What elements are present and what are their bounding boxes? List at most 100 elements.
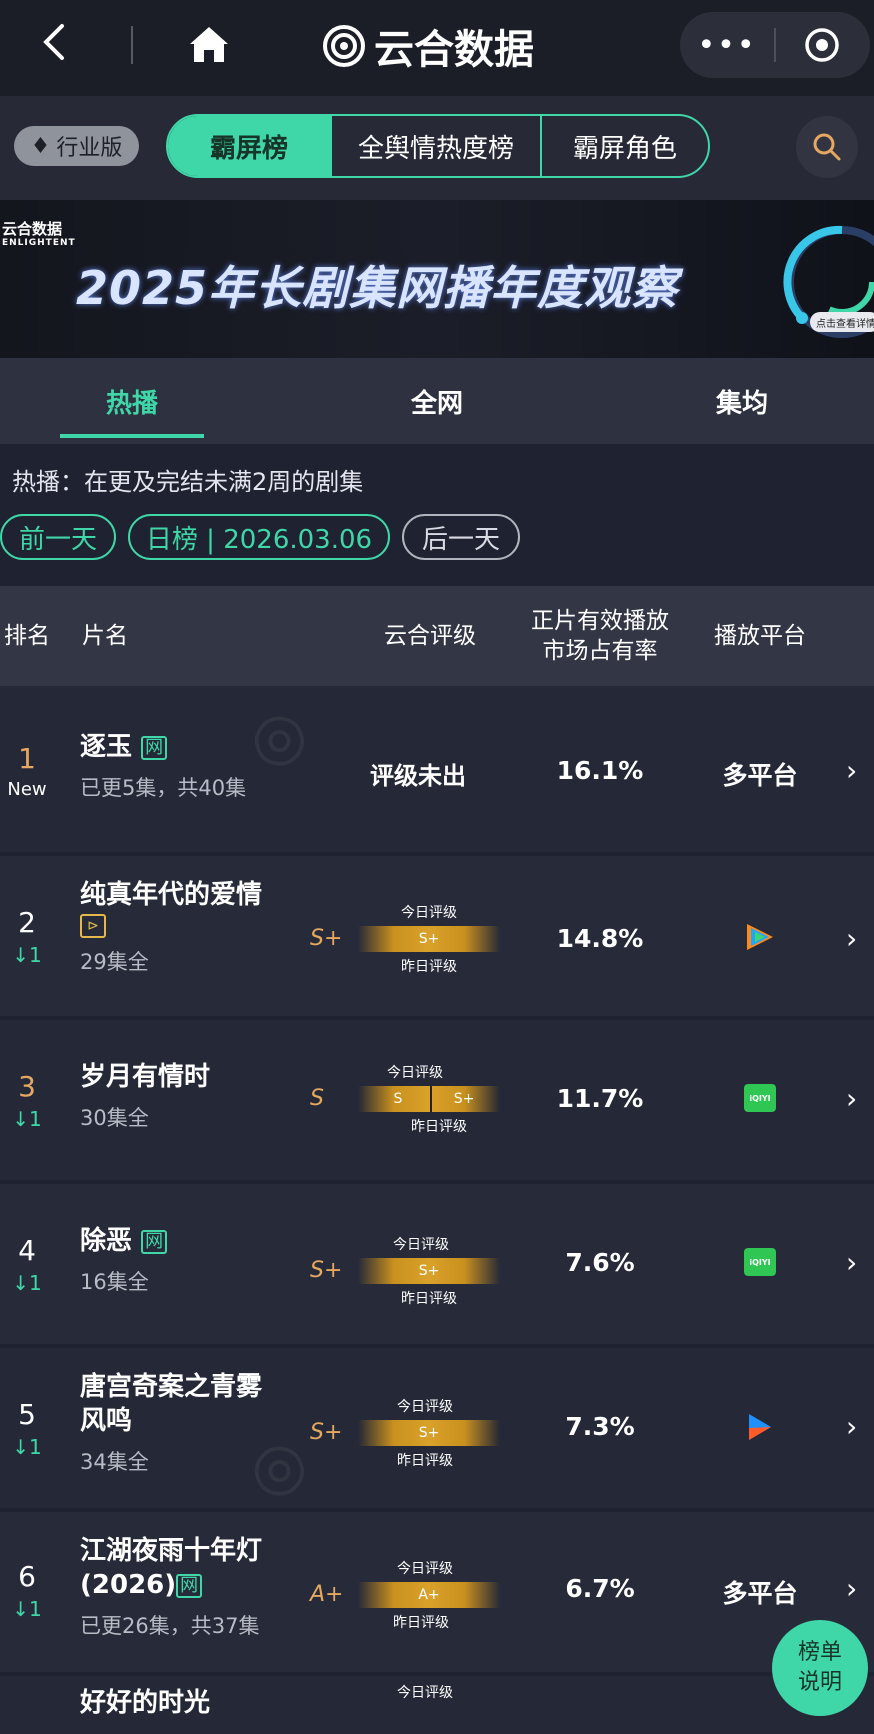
rating-grade: S+ bbox=[310, 1420, 343, 1445]
target-circle-icon[interactable] bbox=[776, 27, 868, 63]
banner-cta[interactable]: 点击查看详情 bbox=[810, 312, 874, 332]
ranking-type-segmented-control: 霸屏榜 全舆情热度榜 霸屏角色 bbox=[166, 114, 710, 178]
rating-bar: S+ 今日评级 S+ 昨日评级 bbox=[310, 1226, 500, 1316]
episode-info: 30集全 bbox=[80, 1106, 149, 1130]
subtab-hot-label: 热播 bbox=[105, 388, 158, 419]
web-series-badge: 网 bbox=[176, 1573, 203, 1598]
rating-gradient-bar: S+ bbox=[358, 1258, 500, 1284]
banner-headline: 2025年长剧集网播年度观察 bbox=[76, 261, 679, 315]
table-row[interactable]: 6 ↓1 江湖夜雨十年灯(2026) 网 已更26集，共37集 A+ 今日评级 A… bbox=[0, 1512, 874, 1672]
rating-yesterday-label: 昨日评级 bbox=[397, 1453, 453, 1469]
rating-bar-mark: S+ bbox=[418, 1425, 440, 1441]
search-button[interactable] bbox=[796, 116, 858, 178]
table-row[interactable]: 2 ↓1 纯真年代的爱情 ⊳ 29集全 S+ 今日评级 S+ 昨日评级 14.8… bbox=[0, 856, 874, 1016]
chevron-right-icon[interactable]: › bbox=[846, 1410, 857, 1443]
rank-cell: 2 ↓1 bbox=[0, 906, 54, 967]
subtab-active-indicator bbox=[60, 434, 204, 438]
promo-banner[interactable]: 云合数据 ENLIGHTENT 2025年长剧集网播年度观察 点击查看详情 bbox=[0, 200, 874, 358]
rating-today-label: 今日评级 bbox=[387, 1065, 443, 1081]
rating-bar-divider bbox=[430, 1086, 432, 1112]
subtab-all-network[interactable]: 全网 bbox=[365, 358, 509, 444]
show-title: 逐玉 网 bbox=[80, 730, 310, 764]
market-share: 14.8% bbox=[556, 924, 644, 953]
title-cell: 纯真年代的爱情 ⊳ 29集全 bbox=[80, 878, 310, 976]
rank-number: 2 bbox=[18, 906, 36, 939]
rank-change: ↓1 bbox=[12, 1107, 42, 1131]
tencent-video-icon bbox=[747, 924, 773, 950]
web-series-badge: 网 bbox=[141, 735, 168, 760]
title-cell: 岁月有情时 30集全 bbox=[80, 1060, 310, 1132]
show-title: 好好的时光 bbox=[80, 1688, 211, 1718]
next-day-button[interactable]: 后一天 bbox=[402, 514, 520, 560]
prev-day-button[interactable]: 前一天 bbox=[0, 514, 116, 560]
rating-yesterday-label: 昨日评级 bbox=[401, 959, 457, 975]
rating-bar: S+ 今日评级 S+ 昨日评级 bbox=[310, 894, 500, 984]
table-row[interactable]: 3 ↓1 岁月有情时 30集全 S 今日评级 S S+ 昨日评级 11.7% i… bbox=[0, 1020, 874, 1180]
play-original-icon: ⊳ bbox=[80, 914, 106, 938]
chevron-right-icon[interactable]: › bbox=[846, 1572, 857, 1605]
header-market-share: 正片有效播放 市场占有率 bbox=[520, 586, 680, 686]
header-rank: 排名 bbox=[4, 623, 50, 649]
episode-info: 16集全 bbox=[80, 1270, 149, 1294]
market-share: 16.1% bbox=[556, 756, 644, 785]
current-date-button[interactable]: 日榜 | 2026.03.06 bbox=[128, 514, 390, 560]
chevron-left-icon[interactable] bbox=[38, 20, 78, 72]
show-title: 岁月有情时 bbox=[80, 1062, 211, 1092]
platform-cell bbox=[700, 1410, 820, 1444]
tab-dominant-screen[interactable]: 霸屏榜 bbox=[168, 116, 332, 176]
rank-number: 4 bbox=[18, 1234, 36, 1267]
chevron-right-icon[interactable]: › bbox=[846, 1246, 857, 1279]
platform-cell: iQIYI bbox=[700, 1248, 820, 1276]
show-title-text: 江湖夜雨十年灯(2026) bbox=[80, 1536, 263, 1600]
rating-gradient-bar: A+ bbox=[358, 1582, 500, 1608]
rating-yesterday-label: 昨日评级 bbox=[393, 1615, 449, 1631]
top-bar-divider bbox=[131, 26, 133, 64]
mini-program-capsule: ••• bbox=[680, 12, 870, 78]
rating-gradient-bar: S+ bbox=[358, 1420, 500, 1446]
fab-line1: 榜单 bbox=[797, 1640, 842, 1665]
home-icon[interactable] bbox=[186, 22, 232, 68]
rating-gradient-bar: S+ bbox=[358, 926, 500, 952]
iqiyi-icon: iQIYI bbox=[744, 1084, 776, 1112]
diamond-icon: ♦ bbox=[30, 133, 51, 159]
header-rating: 云合评级 bbox=[384, 623, 476, 649]
table-row[interactable]: 1 New 逐玉 网 已更5集，共40集 评级未出 16.1% 多平台 › bbox=[0, 686, 874, 852]
market-share: 7.3% bbox=[565, 1412, 635, 1441]
rating-grade: A+ bbox=[310, 1582, 344, 1607]
title-cell: 唐宫奇案之青雾风鸣 34集全 bbox=[80, 1370, 280, 1476]
rank-new-badge: New bbox=[7, 779, 47, 800]
tab-public-opinion-heat[interactable]: 全舆情热度榜 bbox=[332, 116, 542, 176]
show-title-text: 逐玉 bbox=[80, 732, 133, 762]
platform-multi: 多平台 bbox=[722, 761, 798, 790]
ranking-explanation-button[interactable]: 榜单 说明 bbox=[772, 1620, 868, 1716]
chevron-right-icon[interactable]: › bbox=[846, 1082, 857, 1115]
rating-bar: A+ 今日评级 A+ 昨日评级 bbox=[310, 1550, 500, 1640]
platform-original-badge-wrap: ⊳ bbox=[80, 914, 310, 938]
rating-yesterday-label: 昨日评级 bbox=[401, 1291, 457, 1307]
table-row[interactable]: 5 ↓1 唐宫奇案之青雾风鸣 34集全 S+ 今日评级 S+ 昨日评级 7.3%… bbox=[0, 1348, 874, 1508]
table-row[interactable]: 好好的时光 今日评级 bbox=[0, 1676, 874, 1734]
rating-bar-mark: S+ bbox=[453, 1091, 475, 1107]
rank-cell: 5 ↓1 bbox=[0, 1398, 54, 1459]
rating-today-label: 今日评级 bbox=[397, 1685, 453, 1701]
subtab-hot[interactable]: 热播 bbox=[60, 358, 204, 444]
rating-bar-mark: S+ bbox=[418, 1263, 440, 1279]
subtab-bar: 热播 全网 集均 bbox=[0, 358, 874, 444]
chevron-right-icon[interactable]: › bbox=[846, 922, 857, 955]
search-icon bbox=[813, 133, 841, 161]
more-dots-icon[interactable]: ••• bbox=[680, 28, 774, 63]
table-row[interactable]: 4 ↓1 除恶 网 16集全 S+ 今日评级 S+ 昨日评级 7.6% iQIY… bbox=[0, 1184, 874, 1344]
rating-pending: 评级未出 bbox=[370, 762, 466, 790]
market-share: 11.7% bbox=[556, 1084, 644, 1113]
industry-edition-badge[interactable]: ♦ 行业版 bbox=[14, 126, 139, 166]
rank-number: 5 bbox=[18, 1398, 36, 1431]
rating-today-label: 今日评级 bbox=[397, 1399, 453, 1415]
rating-today-label: 今日评级 bbox=[401, 905, 457, 921]
subtab-episode-average[interactable]: 集均 bbox=[670, 358, 814, 444]
ranking-description: 热播：在更及完结未满2周的剧集 bbox=[12, 468, 364, 496]
rank-cell: 1 New bbox=[0, 742, 54, 800]
episode-info: 已更26集，共37集 bbox=[80, 1614, 260, 1638]
tab-dominant-roles[interactable]: 霸屏角色 bbox=[542, 116, 708, 176]
episode-info: 已更5集，共40集 bbox=[80, 776, 247, 800]
chevron-right-icon[interactable]: › bbox=[846, 754, 857, 787]
